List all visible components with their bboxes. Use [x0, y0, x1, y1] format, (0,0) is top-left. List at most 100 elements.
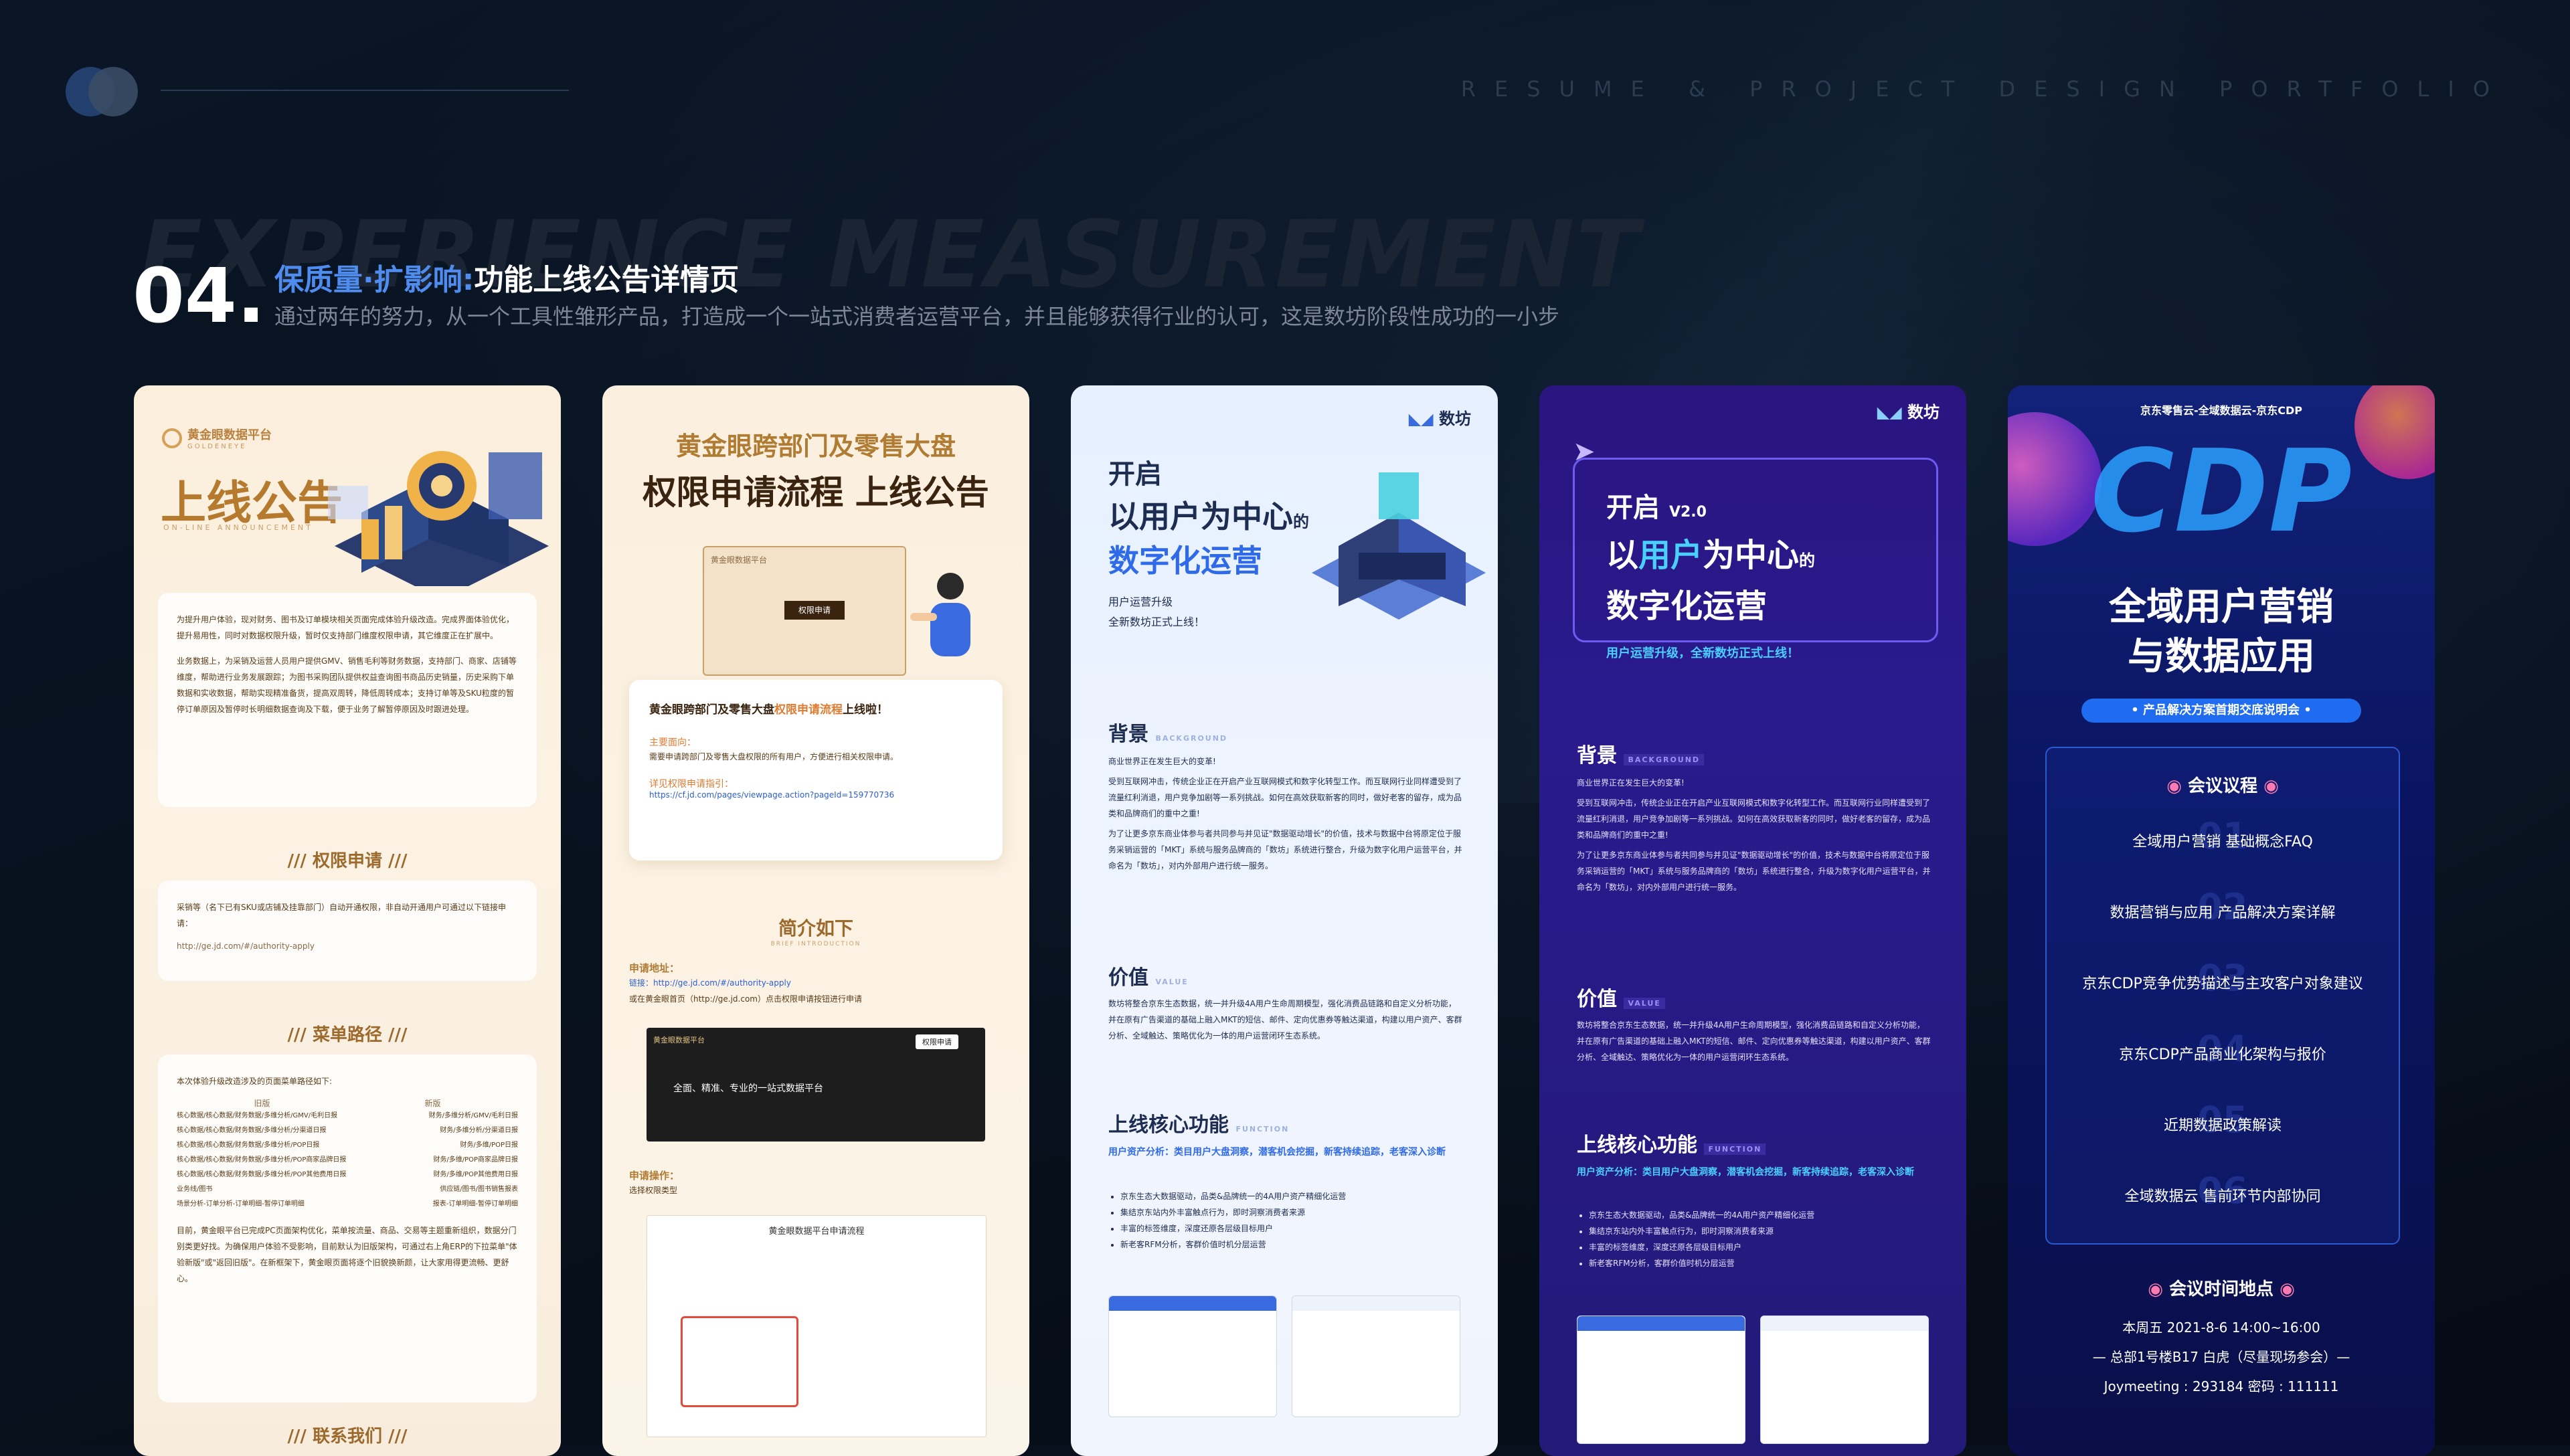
- card-permission-flow[interactable]: 黄金眼跨部门及零售大盘 权限申请流程 上线公告 黄金眼数据平台 权限申请 黄金眼…: [602, 385, 1029, 1456]
- card1-intro: 为提升用户体验，现对财务、图书及订单模块相关页面完成体验升级改造。完成界面体验优…: [177, 615, 515, 640]
- card2-screen-illustration: 黄金眼数据平台 权限申请: [703, 546, 906, 676]
- card2-title1: 黄金眼跨部门及零售大盘: [675, 432, 956, 461]
- card2-guide-link[interactable]: https://cf.jd.com/pages/viewpage.action?…: [649, 790, 982, 800]
- title-highlight: 保质量·扩影响:: [274, 263, 475, 297]
- card2-shot-button[interactable]: 权限申请: [916, 1034, 958, 1049]
- card2-content-text: 需要申请跨部门及零售大盘权限的所有用户，方便进行相关权限申请。: [649, 752, 899, 761]
- card5-time: 本周五 2021-8-6 14:00~16:00: [2122, 1320, 2320, 1336]
- card5-big: CDP: [2090, 426, 2352, 558]
- card2-title2: 权限申请流程 上线公告: [642, 473, 989, 512]
- card4-value-text: 数坊将整合京东生态数据，统一并升级4A用户生命周期模型，强化消费品链路和自定义分…: [1577, 1020, 1931, 1062]
- card1-illustration: [328, 451, 549, 586]
- card3-bg-text: 商业世界正在发生巨大的变革! 受到互联网冲击，传统企业正在开启产业互联网模式和数…: [1108, 757, 1462, 871]
- card3-h3: 数字化运营: [1108, 543, 1262, 579]
- card4-function-list: 京东生态大数据驱动，品类&品牌统一的4A用户资产精细化运营集结京东站内外丰富触点…: [1577, 1207, 1944, 1271]
- card4-bg-text: 商业世界正在发生巨大的变革! 受到互联网冲击，传统企业正在开启产业互联网模式和数…: [1577, 778, 1931, 892]
- menu-new-path: 报表-订单明细-暂停订单明细: [432, 1200, 518, 1208]
- card5-place: — 总部1号楼B17 白虎（尽量现场参会）—: [2092, 1349, 2350, 1365]
- menu-row: 业务线/图书 供应链/图书/图书销售报表: [177, 1182, 518, 1197]
- shufang-logo-icon: ◣◢: [1408, 410, 1434, 428]
- menu-col-new: 新版: [424, 1099, 441, 1108]
- card1-menu-panel: 本次体验升级改造涉及的页面菜单路径如下: 旧版 新版 核心数据/核心数据/财务数…: [158, 1055, 537, 1402]
- menu-new-path: 财务/多维分析/分渠道日报: [440, 1127, 518, 1134]
- card-cdp-meeting[interactable]: 京东零售云-全域数据云-京东CDP CDP 全域用户营销 与数据应用 • 产品解…: [2008, 385, 2435, 1456]
- brand-name-en: GOLDENEYE: [187, 443, 247, 450]
- card2-screen-brand: 黄金眼数据平台: [711, 555, 768, 565]
- card3-sub2: 全新数坊正式上线！: [1108, 616, 1205, 628]
- agenda-item: 全域数据云 售前环节内部协同: [2124, 1188, 2321, 1205]
- menu-old-path: 核心数据/核心数据/财务数据/多维分析/GMV/毛利日报: [177, 1112, 338, 1119]
- card2-notice-panel: 黄金眼跨部门及零售大盘权限申请流程上线啦！ 主要面向： 需要申请跨部门及零售大盘…: [629, 680, 1003, 860]
- function-item: 集结京东站内外丰富触点行为，即时洞察消费者来源: [1589, 1223, 1944, 1239]
- card3-screenshot-2: [1292, 1295, 1460, 1417]
- card3-logo: ◣◢ 数坊: [1408, 410, 1471, 428]
- title-rest: 功能上线公告详情页: [474, 263, 740, 297]
- card5-badge: • 产品解决方案首期交底说明会 •: [2081, 699, 2361, 723]
- card2-screen-button[interactable]: 权限申请: [784, 601, 845, 620]
- card4-section-bg: 背景 BACKGROUND: [1577, 739, 1705, 768]
- card-shufang-v2[interactable]: ◣◢ 数坊 ➤ 开启 V2.0 以用户为中心的 数字化运营 用户运营升级，全新数…: [1539, 385, 1966, 1456]
- person-illustration-icon: [910, 573, 970, 656]
- card3-value-text: 数坊将整合京东生态数据，统一并升级4A用户生命周期模型，强化消费品链路和自定义分…: [1108, 999, 1462, 1040]
- card3-illustration: [1312, 472, 1486, 620]
- card1-title: 上线公告: [161, 477, 343, 530]
- menu-row: 核心数据/核心数据/财务数据/多维分析/POP商家品牌日报 财务/多维/POP商家…: [177, 1153, 518, 1168]
- card2-op-text: 选择权限类型: [629, 1186, 678, 1195]
- menu-row: 核心数据/核心数据/财务数据/多维分析/分渠道日报 财务/多维分析/分渠道日报: [177, 1123, 518, 1138]
- bullet-icon: ◉: [2280, 1279, 2295, 1299]
- function-item: 集结京东站内外丰富触点行为，即时洞察消费者来源: [1120, 1204, 1475, 1220]
- card1-perm-link[interactable]: http://ge.jd.com/#/authority-apply: [177, 938, 518, 954]
- card4-h1: 开启 V2.0: [1606, 492, 1707, 523]
- menu-new-path: 财务/多维分析/GMV/毛利日报: [428, 1112, 518, 1119]
- bullet-icon: ◉: [2166, 776, 2182, 796]
- card1-brand: 黄金眼数据平台 GOLDENEYE: [162, 426, 272, 450]
- card2-addr-label: 申请地址：: [629, 962, 680, 974]
- card-shufang-v1[interactable]: ◣◢ 数坊 开启 以用户为中心的 数字化运营 用户运营升级 全新数坊正式上线！ …: [1071, 385, 1498, 1456]
- section-subtitle: 通过两年的努力，从一个工具性雏形产品，打造成一个一站式消费者运营平台，并且能够获…: [274, 304, 1560, 329]
- card5-meeting: Joymeeting : 293184 密码 : 111111: [2104, 1378, 2339, 1394]
- card4-section-value: 价值 VALUE: [1577, 982, 1665, 1012]
- brand-name: 黄金眼数据平台: [187, 428, 272, 442]
- menu-old-path: 核心数据/核心数据/财务数据/多维分析/分渠道日报: [177, 1127, 327, 1134]
- card3-sub1: 用户运营升级: [1108, 596, 1173, 608]
- card2-content-label: 主要面向：: [649, 737, 696, 748]
- card2-addr-text2: 或在黄金眼首页（http://ge.jd.com）点击权限申请按钮进行申请: [629, 994, 862, 1004]
- card1-permission-panel: 采销等（名下已有SKU或店铺及挂靠部门）自动开通权限，非自动开通用户可通过以下链…: [158, 881, 537, 981]
- function-item: 京东生态大数据驱动，品类&品牌统一的4A用户资产精细化运营: [1120, 1188, 1475, 1204]
- card2-op-label: 申请操作：: [629, 1170, 680, 1182]
- agenda-item: 数据营销与应用 产品解决方案详解: [2110, 905, 2336, 921]
- card1-section-menu: /// 菜单路径 ///: [287, 1025, 408, 1045]
- function-item: 丰富的标签维度，深度还原各层级目标用户: [1589, 1239, 1944, 1255]
- card1-section-permission: /// 权限申请 ///: [287, 851, 408, 871]
- card3-function-list: 京东生态大数据驱动，品类&品牌统一的4A用户资产精细化运营集结京东站内外丰富触点…: [1108, 1188, 1475, 1253]
- bullet-icon: ◉: [2148, 1279, 2163, 1299]
- menu-old-path: 核心数据/核心数据/财务数据/多维分析/POP日报: [177, 1142, 320, 1149]
- card1-title-en: ON-LINE ANNOUNCEMENT: [163, 523, 313, 532]
- card3-h2: 以用户为中心的: [1108, 498, 1309, 535]
- agenda-item: 全域用户营销 基础概念FAQ: [2132, 834, 2313, 850]
- card2-addr-text1[interactable]: 链接：http://ge.jd.com/#/authority-apply: [629, 975, 1004, 991]
- card2-screenshot-form: 黄金眼数据平台申请流程: [647, 1215, 987, 1437]
- function-item: 京东生态大数据驱动，品类&品牌统一的4A用户资产精细化运营: [1589, 1207, 1944, 1223]
- card2-notice-head: 黄金眼跨部门及零售大盘权限申请流程上线啦！: [649, 703, 888, 717]
- card4-logo: ◣◢ 数坊: [1877, 403, 1940, 422]
- card2-guide-label: 详见权限申请指引：: [649, 779, 734, 790]
- bullet-icon: ◉: [2263, 776, 2279, 796]
- section-title: 保质量·扩影响:功能上线公告详情页: [274, 256, 739, 298]
- card4-function-head: 用户资产分析：类目用户大盘洞察，潜客机会挖掘，新客持续追踪，老客深入诊断: [1577, 1167, 1914, 1178]
- section-number: 04.: [133, 253, 266, 340]
- card2-section-intro: 简介如下 BRIEF INTRODUCTION: [770, 917, 861, 947]
- agenda-item: 京东CDP竞争优势描述与主攻客户对象建议: [2082, 976, 2363, 992]
- card4-section-function: 上线核心功能 FUNCTION: [1577, 1128, 1766, 1158]
- card2-screenshot-home: 黄金眼数据平台 权限申请 全面、精准、专业的一站式数据平台: [647, 1028, 985, 1142]
- menu-new-path: 财务/多维/POP日报: [460, 1142, 518, 1149]
- cursor-icon: ➤: [1573, 436, 1596, 467]
- card4-screenshot-1: [1577, 1315, 1745, 1444]
- card-launch-announcement[interactable]: 黄金眼数据平台 GOLDENEYE 上线公告 ON-LINE ANNOUNCEM…: [134, 385, 561, 1456]
- card3-h1: 开启: [1108, 459, 1162, 490]
- card1-outro: 目前，黄金眼平台已完成PC页面架构优化，菜单按流量、商品、交易等主题重新组织，数…: [177, 1226, 517, 1283]
- card3-function-head: 用户资产分析：类目用户大盘洞察，潜客机会挖掘，新客持续追踪，老客深入诊断: [1108, 1147, 1446, 1158]
- card4-screenshot-2: [1760, 1315, 1929, 1444]
- card1-intro-panel: 为提升用户体验，现对财务、图书及订单模块相关页面完成体验升级改造。完成界面体验优…: [158, 593, 537, 807]
- card3-screenshot-1: [1108, 1295, 1277, 1417]
